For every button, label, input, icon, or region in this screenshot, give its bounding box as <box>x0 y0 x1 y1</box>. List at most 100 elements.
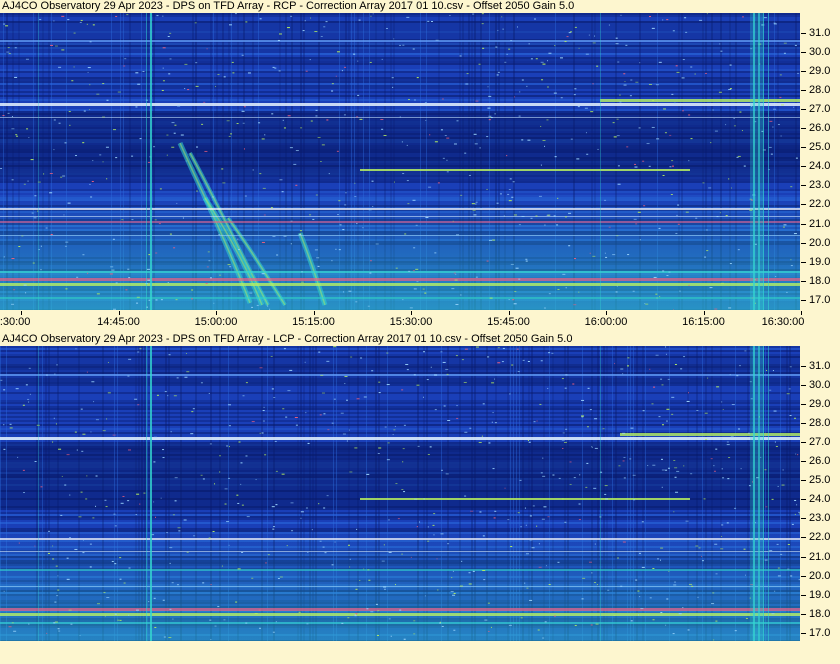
rcp-freq-tick: 22.0 <box>800 198 840 210</box>
tick-mark <box>703 311 705 315</box>
tick-mark <box>411 311 412 315</box>
lcp-freq-tick: 17.0 <box>800 627 840 639</box>
rcp-spectrogram-image <box>0 13 800 310</box>
tick-mark <box>21 311 22 315</box>
tick-mark <box>801 441 806 443</box>
tick-mark <box>801 461 806 462</box>
freq-tick-label: 22.0 <box>809 531 831 544</box>
lcp-spectrogram[interactable] <box>0 346 800 641</box>
tick-mark <box>801 108 806 110</box>
freq-tick-label: 17.0 <box>809 626 831 639</box>
lcp-freq-tick: 28.0 <box>800 417 840 429</box>
tick-mark <box>801 518 806 520</box>
lcp-spectrogram-image <box>0 346 800 641</box>
tick-mark <box>801 299 806 301</box>
freq-tick-label: 21.0 <box>809 550 831 563</box>
rcp-freq-tick: 29.0 <box>800 65 840 77</box>
freq-tick-label: 19.0 <box>809 255 831 268</box>
lcp-freq-tick: 31.0 <box>800 360 840 372</box>
rcp-frequency-axis: 31.0 30.0 29.0 28.0 27.0 26.0 25.0 24.0 23.0 22.0… <box>800 13 840 310</box>
tick-mark <box>801 403 806 405</box>
tick-mark <box>801 632 806 634</box>
tick-mark <box>801 422 806 424</box>
tick-mark <box>801 51 806 53</box>
freq-tick-label: 19.0 <box>809 588 831 601</box>
freq-tick-label: 27.0 <box>809 102 831 115</box>
freq-tick-label: 27.0 <box>809 435 831 448</box>
tick-mark <box>801 223 806 225</box>
tick-mark <box>801 128 806 129</box>
rcp-freq-tick: 30.0 <box>800 46 840 58</box>
tick-mark <box>801 575 806 577</box>
lcp-freq-tick: 21.0 <box>800 551 840 563</box>
lcp-freq-tick: 27.0 <box>800 436 840 448</box>
freq-tick-label: 29.0 <box>809 397 831 410</box>
time-tick-label: 15:30:00 <box>389 316 433 328</box>
freq-tick-label: 26.0 <box>809 122 831 134</box>
tick-mark <box>606 311 607 315</box>
rcp-freq-tick: 28.0 <box>800 84 840 96</box>
time-tick-label: 14:30:00 <box>0 316 31 328</box>
lcp-freq-tick: 24.0 <box>800 493 840 505</box>
freq-tick-label: 30.0 <box>809 45 831 58</box>
tick-mark <box>801 242 806 244</box>
rcp-freq-tick: 19.0 <box>800 256 840 268</box>
tick-mark <box>801 204 806 206</box>
lcp-freq-tick: 20.0 <box>800 570 840 582</box>
broadband-emission <box>0 528 800 641</box>
lcp-panel-title: AJ4CO Observatory 29 Apr 2023 - DPS on T… <box>2 333 573 345</box>
rcp-freq-tick: 18.0 <box>800 275 840 287</box>
tick-mark <box>801 32 806 34</box>
tick-mark <box>801 594 806 596</box>
time-axis: 14:30:00 14:45:00 15:00:00 15:15:00 15:30:00… <box>0 311 840 331</box>
time-tick-label: 16:30:00 <box>761 316 805 328</box>
tick-mark <box>216 311 217 315</box>
tick-mark <box>801 280 806 282</box>
lcp-freq-tick: 19.0 <box>800 589 840 601</box>
tick-mark <box>508 311 510 315</box>
lcp-freq-tick: 29.0 <box>800 398 840 410</box>
freq-tick-label: 28.0 <box>809 416 831 429</box>
tick-mark <box>801 384 806 386</box>
rcp-freq-tick: 17.0 <box>800 294 840 306</box>
lcp-frequency-axis: 31.0 30.0 29.0 28.0 27.0 26.0 25.0 24.0 23.0 22.0… <box>800 346 840 641</box>
time-tick-label: 15:00:00 <box>194 316 238 328</box>
tick-mark <box>801 261 806 263</box>
lcp-freq-tick: 30.0 <box>800 379 840 391</box>
rcp-freq-tick: 25.0 <box>800 141 840 153</box>
tick-mark <box>801 480 806 482</box>
freq-tick-label: 23.0 <box>809 179 831 192</box>
freq-tick-label: 21.0 <box>809 217 831 230</box>
tick-mark <box>801 537 806 539</box>
tick-mark <box>801 89 806 91</box>
freq-tick-label: 22.0 <box>809 198 831 211</box>
lcp-freq-tick: 23.0 <box>800 512 840 524</box>
tick-mark <box>801 556 806 558</box>
time-tick-label: 14:45:00 <box>97 316 140 328</box>
tick-mark <box>801 185 806 187</box>
rcp-freq-tick: 24.0 <box>800 160 840 172</box>
freq-tick-label: 20.0 <box>809 569 831 582</box>
rcp-freq-tick: 31.0 <box>800 27 840 39</box>
freq-tick-label: 17.0 <box>809 293 831 306</box>
freq-tick-label: 31.0 <box>809 26 831 39</box>
tick-mark <box>801 147 806 149</box>
rcp-spectrogram[interactable] <box>0 13 800 310</box>
rcp-freq-tick: 20.0 <box>800 237 840 249</box>
freq-tick-label: 23.0 <box>809 512 831 525</box>
freq-tick-label: 26.0 <box>809 455 831 467</box>
rcp-freq-tick: 26.0 <box>800 122 840 134</box>
freq-tick-label: 18.0 <box>809 607 831 620</box>
broadband-emission <box>0 197 800 310</box>
tick-mark <box>313 311 315 315</box>
tick-mark <box>801 365 806 367</box>
rcp-freq-tick: 23.0 <box>800 179 840 191</box>
freq-tick-label: 25.0 <box>809 141 831 154</box>
lcp-freq-tick: 22.0 <box>800 531 840 543</box>
tick-mark <box>801 613 806 615</box>
rcp-freq-tick: 21.0 <box>800 218 840 230</box>
freq-tick-label: 29.0 <box>809 64 831 77</box>
freq-tick-label: 28.0 <box>809 83 831 96</box>
freq-tick-label: 18.0 <box>809 274 831 287</box>
tick-mark <box>118 311 120 315</box>
